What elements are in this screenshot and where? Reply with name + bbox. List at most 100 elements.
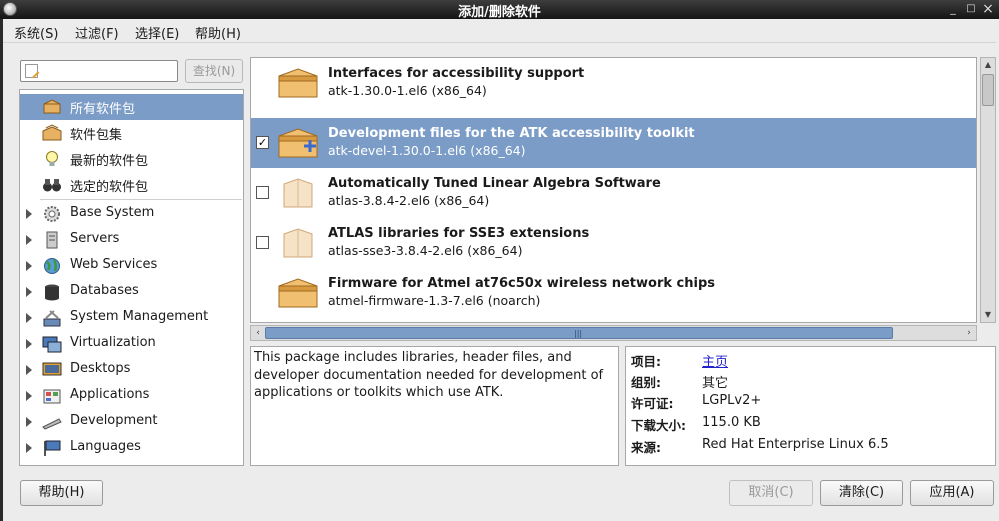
maximize-button[interactable]: □ bbox=[963, 1, 979, 17]
scroll-up-icon[interactable]: ▲ bbox=[981, 58, 995, 72]
virtualization-icon bbox=[42, 336, 62, 353]
menu-filter[interactable]: 过滤(F) bbox=[75, 23, 119, 42]
package-set-icon bbox=[42, 124, 62, 141]
package-list-vertical-scrollbar[interactable]: ▲ ▼ bbox=[980, 57, 996, 323]
detail-label: 组别: bbox=[631, 375, 661, 390]
category-languages[interactable]: Languages bbox=[20, 435, 243, 461]
group-label: 最新的软件包 bbox=[70, 154, 149, 169]
package-checkbox[interactable] bbox=[256, 236, 269, 249]
package-details-panel: 项目: 主页 组别: 其它 许可证: LGPLv2+ 下载大小: 115.0 K… bbox=[625, 346, 996, 466]
detail-value: Red Hat Enterprise Linux 6.5 bbox=[702, 437, 889, 452]
apply-button[interactable]: 应用(A) bbox=[910, 480, 994, 506]
package-checkbox[interactable] bbox=[256, 186, 269, 199]
package-row[interactable]: Automatically Tuned Linear Algebra Softw… bbox=[251, 168, 976, 218]
detail-value: LGPLv2+ bbox=[702, 393, 762, 408]
package-list: Interfaces for accessibility support atk… bbox=[250, 57, 977, 323]
detail-label: 来源: bbox=[631, 440, 661, 455]
menu-bar: 系统(S) 过滤(F) 选择(E) 帮助(H) bbox=[3, 19, 996, 43]
scroll-left-icon[interactable]: ‹ bbox=[251, 326, 265, 340]
group-package-sets[interactable]: 软件包集 bbox=[20, 120, 243, 146]
category-servers[interactable]: Servers bbox=[20, 227, 243, 253]
group-all-packages[interactable]: 所有软件包 bbox=[20, 94, 243, 120]
package-title: Automatically Tuned Linear Algebra Softw… bbox=[328, 176, 661, 191]
development-icon bbox=[42, 418, 62, 430]
category-applications[interactable]: Applications bbox=[20, 383, 243, 409]
group-selected-packages[interactable]: 选定的软件包 bbox=[20, 172, 243, 198]
category-web-services[interactable]: Web Services bbox=[20, 253, 243, 279]
package-version: atlas-3.8.4-2.el6 (x86_64) bbox=[328, 193, 490, 208]
gear-icon bbox=[44, 206, 60, 222]
package-row[interactable]: Firmware for Atmel at76c50x wireless net… bbox=[251, 268, 976, 318]
category-label: Languages bbox=[70, 439, 141, 454]
expander-arrow-icon[interactable] bbox=[26, 417, 32, 427]
expander-arrow-icon[interactable] bbox=[26, 261, 32, 271]
server-icon bbox=[46, 231, 58, 249]
menu-select[interactable]: 选择(E) bbox=[135, 23, 179, 42]
category-system-management[interactable]: System Management bbox=[20, 305, 243, 331]
scroll-right-icon[interactable]: › bbox=[962, 326, 976, 340]
category-base-system[interactable]: Base System bbox=[20, 201, 243, 227]
package-title: ATLAS libraries for SSE3 extensions bbox=[328, 226, 590, 241]
package-version: atk-1.30.0-1.el6 (x86_64) bbox=[328, 83, 487, 98]
category-label: Servers bbox=[70, 231, 120, 246]
package-list-horizontal-scrollbar[interactable]: ‹ ||| › bbox=[250, 325, 977, 341]
detail-label: 下载大小: bbox=[631, 418, 686, 433]
category-virtualization[interactable]: Virtualization bbox=[20, 331, 243, 357]
close-button[interactable]: × bbox=[980, 1, 996, 17]
edit-icon bbox=[25, 64, 38, 78]
homepage-link[interactable]: 主页 bbox=[702, 351, 728, 370]
detail-label: 许可证: bbox=[631, 396, 674, 411]
package-row[interactable]: Interfaces for accessibility support atk… bbox=[251, 58, 976, 108]
category-label: Applications bbox=[70, 387, 150, 402]
scrollbar-thumb[interactable] bbox=[982, 74, 994, 106]
expander-arrow-icon[interactable] bbox=[26, 235, 32, 245]
expander-arrow-icon[interactable] bbox=[26, 339, 32, 349]
find-button[interactable]: 查找(N) bbox=[185, 59, 243, 83]
package-row[interactable]: ATLAS libraries for SSE3 extensions atla… bbox=[251, 218, 976, 268]
category-label: System Management bbox=[70, 309, 209, 324]
expander-arrow-icon[interactable] bbox=[26, 313, 32, 323]
tools-icon bbox=[43, 310, 61, 327]
expander-arrow-icon[interactable] bbox=[26, 443, 32, 453]
package-version: atmel-firmware-1.3-7.el6 (noarch) bbox=[328, 293, 541, 308]
expander-arrow-icon[interactable] bbox=[26, 365, 32, 375]
group-label: 软件包集 bbox=[70, 128, 123, 143]
package-version: atlas-sse3-3.8.4-2.el6 (x86_64) bbox=[328, 243, 523, 258]
group-newest-packages[interactable]: 最新的软件包 bbox=[20, 146, 243, 172]
category-label: Databases bbox=[70, 283, 139, 298]
package-install-icon bbox=[278, 128, 318, 158]
package-title: Development files for the ATK accessibil… bbox=[328, 126, 695, 141]
expander-arrow-icon[interactable] bbox=[26, 287, 32, 297]
detail-value: 115.0 KB bbox=[702, 415, 761, 430]
installed-package-icon bbox=[278, 68, 318, 98]
package-row[interactable]: ✓ Development files for the ATK accessib… bbox=[251, 118, 976, 168]
category-databases[interactable]: Databases bbox=[20, 279, 243, 305]
menu-system[interactable]: 系统(S) bbox=[14, 23, 58, 42]
minimize-button[interactable]: _ bbox=[945, 1, 961, 17]
title-bar: 添加/删除软件 _ □ × bbox=[0, 0, 999, 20]
divider bbox=[40, 199, 242, 200]
category-label: Web Services bbox=[70, 257, 158, 272]
group-label: 选定的软件包 bbox=[70, 180, 149, 195]
category-desktops[interactable]: Desktops bbox=[20, 357, 243, 383]
cancel-button[interactable]: 取消(C) bbox=[729, 480, 813, 506]
database-icon bbox=[45, 284, 59, 301]
scrollbar-thumb[interactable]: ||| bbox=[265, 327, 893, 339]
category-list: 所有软件包 软件包集 最新的软件包 选定的软件包 Base System Ser… bbox=[19, 89, 244, 466]
scroll-down-icon[interactable]: ▼ bbox=[981, 308, 995, 322]
globe-icon bbox=[44, 258, 60, 274]
package-checkbox[interactable]: ✓ bbox=[256, 136, 269, 149]
category-label: Base System bbox=[70, 205, 155, 220]
installed-package-icon bbox=[278, 278, 318, 308]
expander-arrow-icon[interactable] bbox=[26, 391, 32, 401]
expander-arrow-icon[interactable] bbox=[26, 209, 32, 219]
grip-icon: ||| bbox=[574, 329, 583, 338]
category-development[interactable]: Development bbox=[20, 409, 243, 435]
search-input[interactable] bbox=[20, 60, 178, 82]
lightbulb-icon bbox=[46, 151, 58, 166]
help-button[interactable]: 帮助(H) bbox=[20, 480, 103, 506]
clear-button[interactable]: 清除(C) bbox=[820, 480, 903, 506]
group-label: 所有软件包 bbox=[70, 102, 136, 117]
menu-help[interactable]: 帮助(H) bbox=[195, 23, 241, 42]
category-label: Desktops bbox=[70, 361, 131, 376]
